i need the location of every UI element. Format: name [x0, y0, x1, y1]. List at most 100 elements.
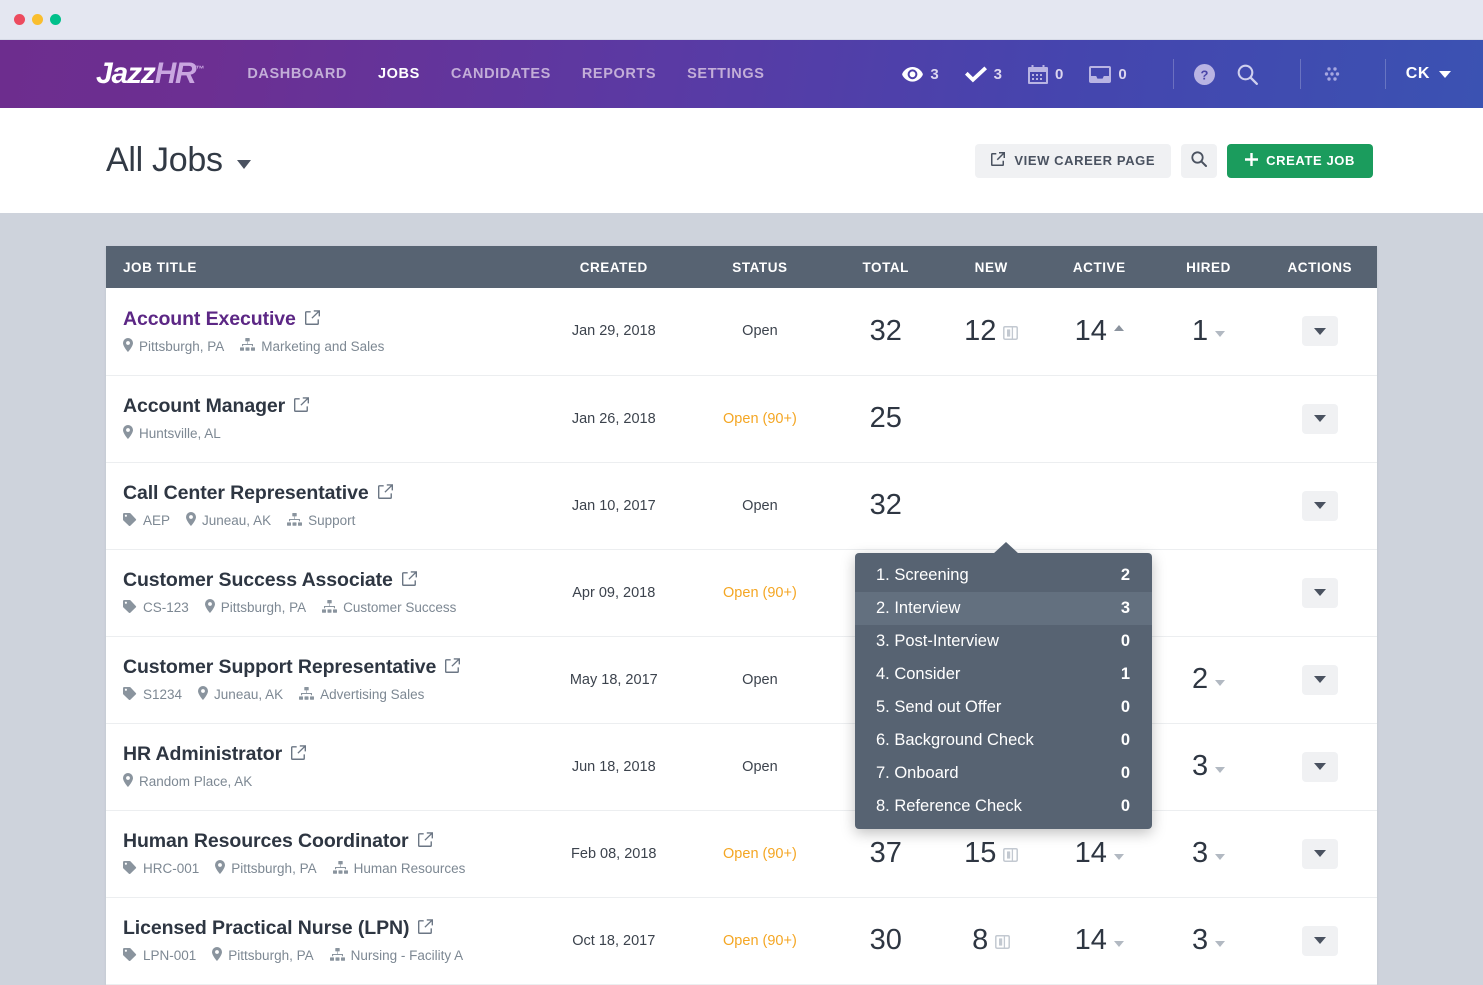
- pipeline-stage-item[interactable]: 8. Reference Check 0: [855, 790, 1152, 823]
- row-actions-button[interactable]: [1301, 664, 1338, 695]
- create-job-button[interactable]: CREATE JOB: [1227, 143, 1373, 178]
- job-total-cell[interactable]: 30: [833, 897, 938, 984]
- row-actions-button[interactable]: [1301, 403, 1338, 434]
- table-row[interactable]: Account Executive Pittsburgh, PA Marketing…: [106, 288, 1377, 375]
- search-icon[interactable]: [1237, 64, 1258, 85]
- pipeline-stage-item[interactable]: 4. Consider 1: [855, 658, 1152, 691]
- job-active-cell[interactable]: 14: [1044, 288, 1155, 375]
- table-row[interactable]: Human Resources Coordinator HRC-001 Pittsb…: [106, 810, 1377, 897]
- jobs-search-button[interactable]: [1181, 143, 1218, 178]
- table-row[interactable]: HR Administrator Random Place, AK Jun 18, …: [106, 723, 1377, 810]
- stat-calendar[interactable]: 0: [1028, 64, 1063, 84]
- window-minimize-button[interactable]: [32, 14, 43, 25]
- external-link-icon[interactable]: [294, 395, 310, 418]
- job-hired-cell[interactable]: [1155, 549, 1263, 636]
- row-actions-button[interactable]: [1301, 316, 1338, 347]
- job-title-link[interactable]: Call Center Representative: [123, 482, 393, 505]
- job-new-cell[interactable]: 12: [938, 288, 1043, 375]
- job-title-link[interactable]: Licensed Practical Nurse (LPN): [123, 917, 434, 940]
- new-candidates-card-icon[interactable]: [1003, 837, 1019, 870]
- row-actions-button[interactable]: [1301, 751, 1338, 782]
- row-actions-button[interactable]: [1301, 925, 1338, 956]
- external-link-icon[interactable]: [401, 569, 417, 592]
- chevron-down-icon[interactable]: [1215, 679, 1226, 686]
- row-actions-button[interactable]: [1301, 577, 1338, 608]
- job-hired-cell[interactable]: [1155, 462, 1263, 549]
- job-title-link[interactable]: Customer Success Associate: [123, 569, 417, 592]
- nav-item-dashboard[interactable]: DASHBOARD: [247, 66, 347, 82]
- column-header-active[interactable]: ACTIVE: [1043, 246, 1155, 288]
- job-total-cell[interactable]: 32: [833, 288, 938, 375]
- chevron-up-icon[interactable]: [1113, 325, 1124, 332]
- table-row[interactable]: Customer Success Associate CS-123 Pittsbur…: [106, 549, 1377, 636]
- stat-views[interactable]: 3: [902, 66, 939, 83]
- external-link-icon[interactable]: [417, 830, 433, 853]
- external-link-icon[interactable]: [418, 917, 434, 940]
- stat-tasks[interactable]: 3: [964, 66, 1002, 83]
- all-jobs-dropdown[interactable]: All Jobs: [106, 141, 251, 180]
- chevron-down-icon[interactable]: [1113, 940, 1124, 947]
- job-title-link[interactable]: HR Administrator: [123, 743, 307, 766]
- new-candidates-card-icon[interactable]: [995, 924, 1011, 957]
- job-hired-cell[interactable]: 3: [1155, 810, 1263, 897]
- pipeline-stage-label: 7. Onboard: [876, 764, 959, 782]
- job-active-cell[interactable]: 14: [1044, 897, 1155, 984]
- pipeline-stage-item[interactable]: 6. Background Check 0: [855, 724, 1152, 757]
- job-title-link[interactable]: Account Manager: [123, 395, 310, 418]
- jazzhr-logo[interactable]: JazzHR™: [96, 57, 205, 91]
- column-header-created[interactable]: CREATED: [540, 246, 687, 288]
- table-row[interactable]: Account Manager Huntsville, AL Jan 26, 201…: [106, 375, 1377, 462]
- apps-grid-icon[interactable]: [1321, 63, 1343, 85]
- column-header-status[interactable]: STATUS: [686, 246, 833, 288]
- job-hired-cell[interactable]: 3: [1155, 723, 1263, 810]
- job-new-cell[interactable]: 8: [938, 897, 1043, 984]
- job-hired-cell[interactable]: 3: [1155, 897, 1263, 984]
- stat-inbox[interactable]: 0: [1089, 65, 1127, 83]
- help-icon[interactable]: ?: [1193, 63, 1215, 85]
- column-header-job-title[interactable]: JOB TITLE: [106, 246, 541, 288]
- view-career-page-button[interactable]: VIEW CAREER PAGE: [975, 143, 1172, 178]
- new-candidates-card-icon[interactable]: [1003, 315, 1019, 348]
- job-hired-cell[interactable]: [1155, 375, 1263, 462]
- job-total-cell[interactable]: 25: [833, 375, 938, 462]
- job-active-cell[interactable]: [1044, 462, 1155, 549]
- column-header-total[interactable]: TOTAL: [833, 246, 939, 288]
- external-link-icon[interactable]: [304, 308, 320, 331]
- pipeline-stage-item[interactable]: 3. Post-Interview 0: [855, 625, 1152, 658]
- job-title-link[interactable]: Account Executive: [123, 308, 320, 331]
- user-menu[interactable]: CK: [1406, 65, 1451, 83]
- table-row[interactable]: Customer Support Representative S1234 June…: [106, 636, 1377, 723]
- external-link-icon[interactable]: [291, 743, 307, 766]
- pipeline-stage-item[interactable]: 2. Interview 3: [855, 592, 1152, 625]
- chevron-down-icon[interactable]: [1215, 331, 1226, 338]
- job-new-cell[interactable]: [938, 375, 1043, 462]
- table-row[interactable]: Call Center Representative AEP Juneau, AK S…: [106, 462, 1377, 549]
- row-actions-button[interactable]: [1301, 838, 1338, 869]
- chevron-down-icon[interactable]: [1215, 766, 1226, 773]
- nav-item-settings[interactable]: SETTINGS: [687, 66, 764, 82]
- job-title-link[interactable]: Human Resources Coordinator: [123, 830, 433, 853]
- column-header-new[interactable]: NEW: [938, 246, 1044, 288]
- job-total-cell[interactable]: 32: [833, 462, 938, 549]
- job-new-cell[interactable]: [938, 462, 1043, 549]
- chevron-down-icon[interactable]: [1113, 853, 1124, 860]
- chevron-down-icon[interactable]: [1215, 853, 1226, 860]
- external-link-icon[interactable]: [377, 482, 393, 505]
- pipeline-stage-item[interactable]: 7. Onboard 0: [855, 757, 1152, 790]
- nav-item-reports[interactable]: REPORTS: [582, 66, 656, 82]
- window-close-button[interactable]: [14, 14, 25, 25]
- nav-item-jobs[interactable]: JOBS: [378, 66, 420, 82]
- external-link-icon[interactable]: [445, 656, 461, 679]
- pipeline-stage-item[interactable]: 5. Send out Offer 0: [855, 691, 1152, 724]
- column-header-hired[interactable]: HIRED: [1154, 246, 1263, 288]
- table-row[interactable]: Licensed Practical Nurse (LPN) LPN-001 Pit…: [106, 897, 1377, 984]
- window-maximize-button[interactable]: [50, 14, 61, 25]
- job-hired-cell[interactable]: 2: [1155, 636, 1263, 723]
- job-title-link[interactable]: Customer Support Representative: [123, 656, 461, 679]
- pipeline-stage-item[interactable]: 1. Screening 2: [855, 559, 1152, 592]
- job-hired-cell[interactable]: 1: [1155, 288, 1263, 375]
- chevron-down-icon[interactable]: [1215, 940, 1226, 947]
- nav-item-candidates[interactable]: CANDIDATES: [451, 66, 551, 82]
- row-actions-button[interactable]: [1301, 490, 1338, 521]
- job-active-cell[interactable]: [1044, 375, 1155, 462]
